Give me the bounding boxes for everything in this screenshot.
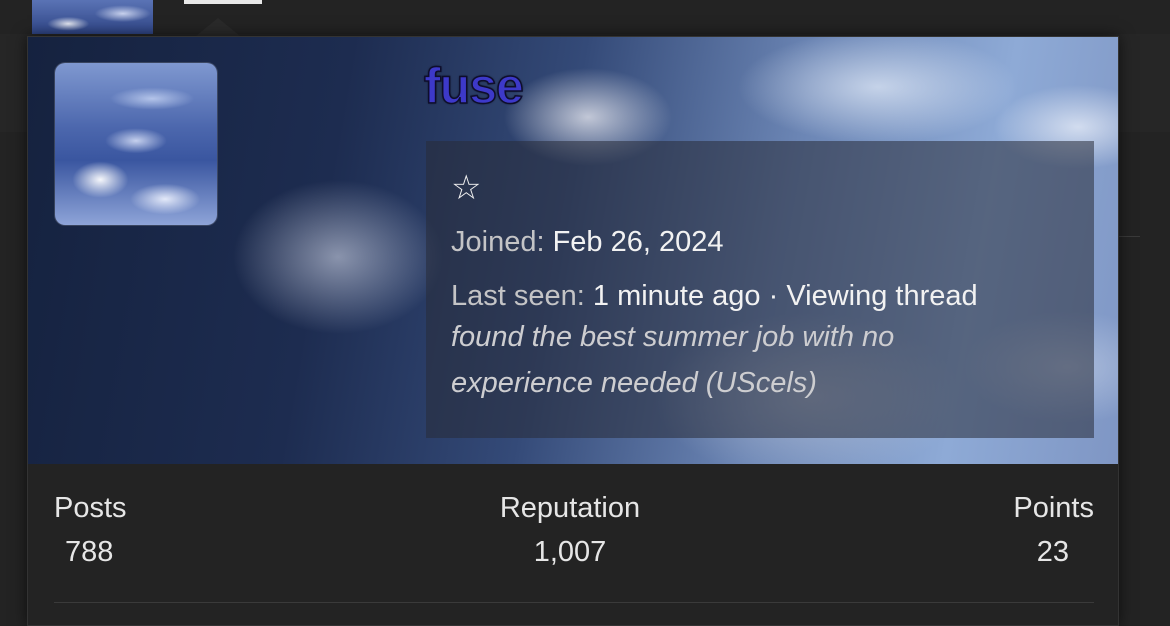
profile-banner: fuse ☆ Joined: Feb 26, 2024 Last seen: 1… <box>28 37 1118 464</box>
background-divider <box>1118 236 1140 237</box>
last-seen-row: Last seen: 1 minute ago · Viewing thread <box>451 278 1070 314</box>
stat-posts[interactable]: Posts 788 <box>54 492 127 569</box>
member-info-panel: ☆ Joined: Feb 26, 2024 Last seen: 1 minu… <box>426 141 1094 438</box>
stat-reputation[interactable]: Reputation 1,007 <box>495 492 645 569</box>
stat-value: 23 <box>1036 536 1069 568</box>
member-stats: Posts 788 Reputation 1,007 Points 23 <box>54 492 1094 602</box>
stat-value: 1,007 <box>533 536 607 568</box>
last-seen-label: Last seen: <box>451 280 585 312</box>
stat-value: 788 <box>65 536 114 568</box>
joined-row: Joined: Feb 26, 2024 <box>451 224 1070 260</box>
stat-label: Posts <box>54 492 127 524</box>
last-seen-value: 1 minute ago · Viewing thread <box>592 280 978 312</box>
member-tooltip-card: fuse ☆ Joined: Feb 26, 2024 Last seen: 1… <box>27 36 1119 626</box>
joined-value: Feb 26, 2024 <box>552 226 724 258</box>
popover-arrow <box>196 18 240 36</box>
viewing-thread-link[interactable]: found the best summer job with no experi… <box>451 314 1011 406</box>
stat-points[interactable]: Points 23 <box>1013 492 1094 569</box>
background-tab-underline <box>184 0 262 4</box>
background-thumbnail <box>32 0 153 34</box>
avatar[interactable] <box>55 63 217 225</box>
stats-divider <box>54 602 1094 603</box>
stat-label: Reputation <box>499 492 641 524</box>
stat-label: Points <box>1013 492 1094 524</box>
username-link[interactable]: fuse <box>423 57 524 115</box>
star-icon: ☆ <box>451 169 482 207</box>
joined-label: Joined: <box>451 226 545 258</box>
